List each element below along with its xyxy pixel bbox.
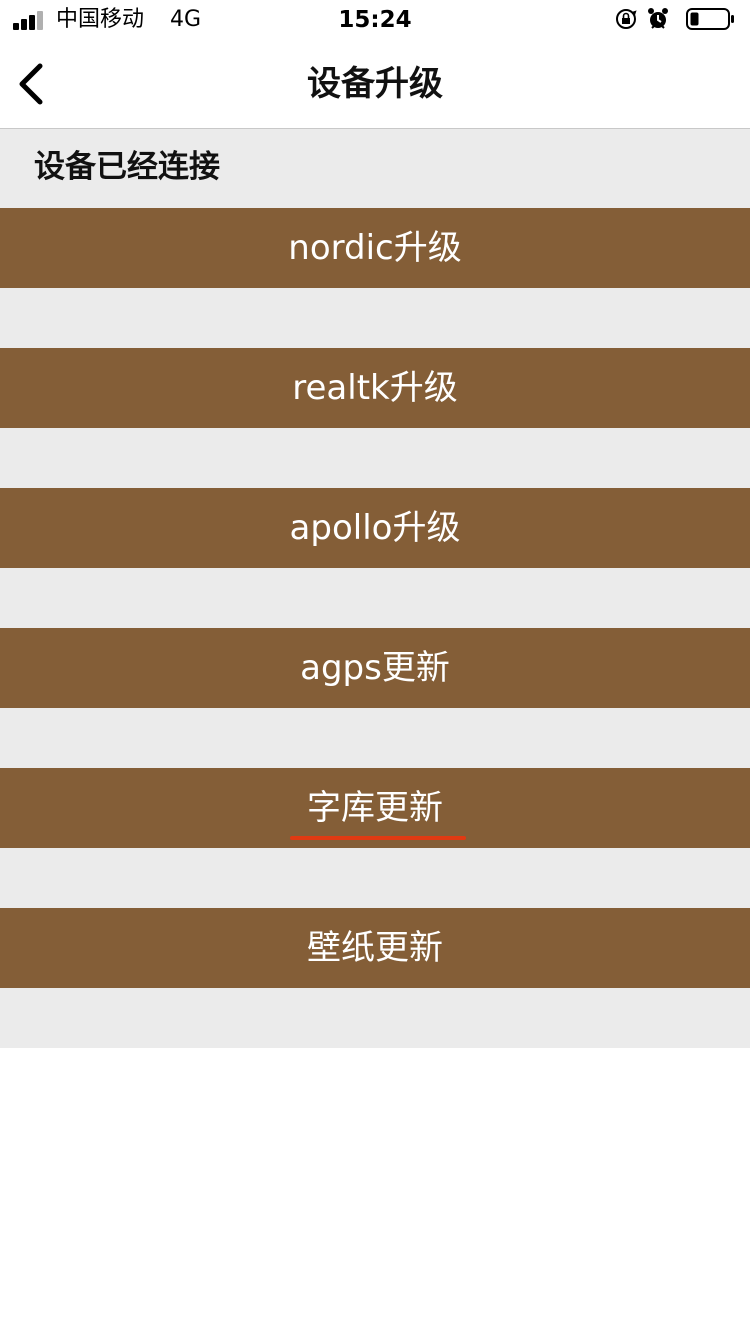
- annotation-underline: [290, 836, 466, 840]
- content-area: 设备已经连接 nordic升级 realtk升级 apollo升级 agps更新…: [0, 129, 750, 1048]
- navigation-bar: 设备升级: [0, 40, 750, 129]
- alarm-icon: [648, 8, 668, 29]
- font-library-update-button[interactable]: 字库更新: [0, 768, 750, 848]
- nordic-upgrade-button[interactable]: nordic升级: [0, 208, 750, 288]
- connection-status: 设备已经连接: [34, 149, 220, 185]
- apollo-upgrade-button[interactable]: apollo升级: [0, 488, 750, 568]
- orientation-lock-icon: [616, 9, 637, 29]
- back-button[interactable]: [8, 54, 56, 114]
- agps-update-button[interactable]: agps更新: [0, 628, 750, 708]
- font-library-update-label: 字库更新: [307, 788, 443, 828]
- status-bar: 中国移动 4G 15:24: [0, 0, 750, 40]
- page-title: 设备升级: [307, 64, 443, 104]
- battery-icon: [686, 8, 734, 30]
- wallpaper-update-button[interactable]: 壁纸更新: [0, 908, 750, 988]
- chevron-left-icon: [19, 63, 43, 105]
- realtk-upgrade-button[interactable]: realtk升级: [0, 348, 750, 428]
